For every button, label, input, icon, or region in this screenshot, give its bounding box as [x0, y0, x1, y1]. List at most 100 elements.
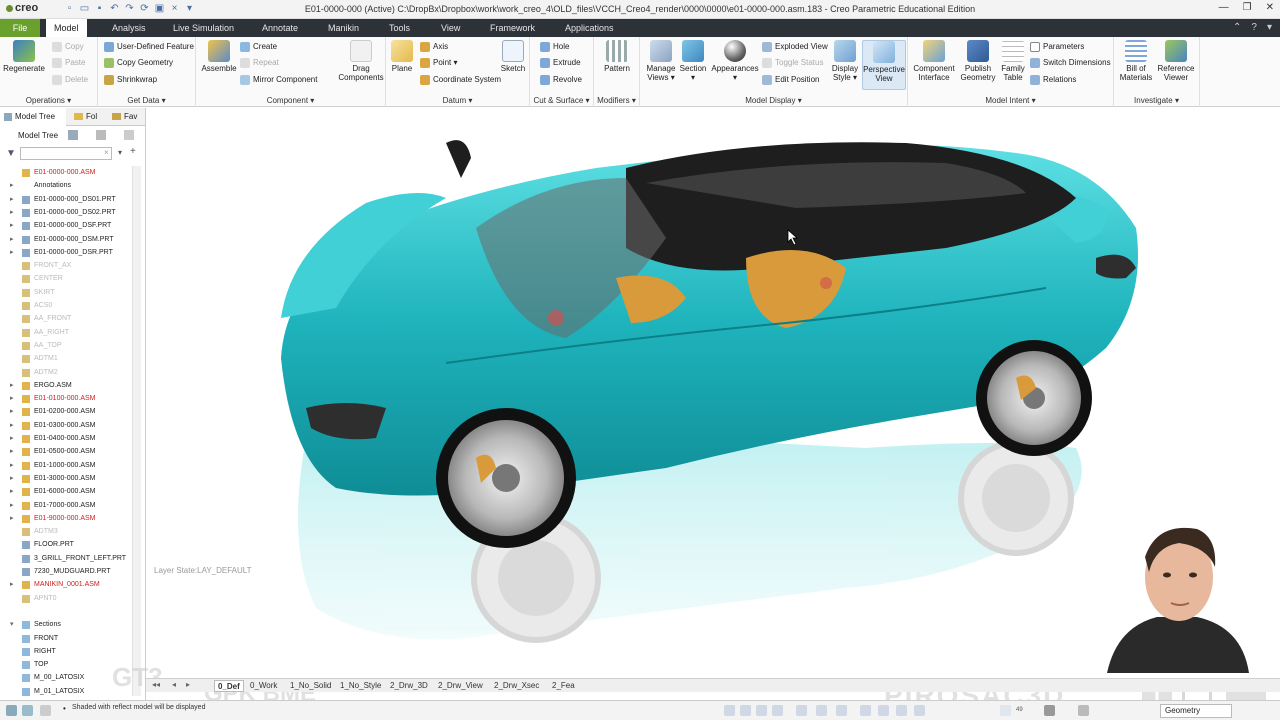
point-button[interactable]: Point ▾: [420, 57, 457, 69]
view-tabs-first-icon[interactable]: ◂◂: [152, 680, 160, 689]
publish-geometry-button[interactable]: Publish Geometry: [958, 40, 998, 82]
toggle-status-button[interactable]: Toggle Status: [762, 57, 823, 69]
tab-folder-browser[interactable]: Fol: [70, 108, 104, 126]
saved-orientations-icon[interactable]: [816, 705, 827, 716]
group-label-operations[interactable]: Operations ▾: [0, 96, 97, 105]
expand-icon[interactable]: ▸: [10, 392, 14, 405]
axis-button[interactable]: Axis: [420, 41, 448, 53]
tab-view[interactable]: View: [433, 19, 468, 37]
reference-viewer-button[interactable]: Reference Viewer: [1154, 40, 1198, 82]
tab-annotate[interactable]: Annotate: [254, 19, 306, 37]
ribbon-options-icon[interactable]: ▾: [1267, 22, 1272, 33]
tab-favorites[interactable]: Fav: [108, 108, 144, 126]
group-label-model-display[interactable]: Model Display ▾: [640, 96, 907, 105]
create-button[interactable]: Create: [240, 41, 277, 53]
user-defined-feature-button[interactable]: User-Defined Feature: [104, 41, 194, 53]
close-icon[interactable]: ✕: [1266, 2, 1274, 13]
datum-display-icon[interactable]: [878, 705, 889, 716]
toggle-browser-icon[interactable]: [22, 705, 33, 716]
paste-button[interactable]: Paste: [52, 57, 85, 69]
group-label-cut-surface[interactable]: Cut & Surface ▾: [530, 96, 593, 105]
expand-icon[interactable]: ▸: [10, 193, 14, 206]
tab-live-simulation[interactable]: Live Simulation: [165, 19, 242, 37]
search-dropdown-icon[interactable]: ▾: [118, 148, 122, 157]
view-tabs-prev-icon[interactable]: ◂: [172, 680, 176, 689]
view-tab-2-drw-xsec[interactable]: 2_Drw_Xsec: [494, 680, 539, 692]
tree-columns-icon[interactable]: [68, 130, 78, 140]
maximize-icon[interactable]: ❐: [1243, 2, 1252, 13]
expand-icon[interactable]: ▸: [10, 233, 14, 246]
selection-filter-dropdown[interactable]: Geometry: [1160, 704, 1232, 718]
group-label-get-data[interactable]: Get Data ▾: [98, 96, 195, 105]
collapse-icon[interactable]: ▾: [10, 618, 14, 631]
drag-components-button[interactable]: Drag Components: [338, 40, 384, 82]
expand-icon[interactable]: ▸: [10, 485, 14, 498]
tab-file[interactable]: File: [0, 19, 40, 37]
tree-search-input[interactable]: [20, 147, 112, 160]
group-label-component[interactable]: Component ▾: [196, 96, 385, 105]
add-item-icon[interactable]: +: [130, 146, 136, 157]
sketch-button[interactable]: Sketch: [498, 40, 528, 73]
component-interface-button[interactable]: Component Interface: [912, 40, 956, 82]
section-button[interactable]: Section ▾: [678, 40, 708, 82]
zoom-out-icon[interactable]: [756, 705, 767, 716]
tree-filter-icon[interactable]: [124, 130, 134, 140]
expand-icon[interactable]: ▸: [10, 206, 14, 219]
tab-manikin[interactable]: Manikin: [320, 19, 367, 37]
group-label-investigate[interactable]: Investigate ▾: [1114, 96, 1199, 105]
spin-center-icon[interactable]: [896, 705, 907, 716]
model-tree-scrollbar[interactable]: [132, 166, 141, 696]
hole-button[interactable]: Hole: [540, 41, 569, 53]
repaint-icon[interactable]: [772, 705, 783, 716]
group-label-datum[interactable]: Datum ▾: [386, 96, 529, 105]
expand-icon[interactable]: ▸: [10, 432, 14, 445]
view-tab-1-no-solid[interactable]: 1_No_Solid: [290, 680, 331, 692]
relations-button[interactable]: Relations: [1030, 74, 1076, 86]
view-tab-0-def[interactable]: 0_Def: [214, 680, 244, 692]
full-screen-icon[interactable]: [40, 705, 51, 716]
plane-button[interactable]: Plane: [388, 40, 416, 73]
view-tab-2-drw-view[interactable]: 2_Drw_View: [438, 680, 483, 692]
perspective-small-icon[interactable]: [860, 705, 871, 716]
expand-icon[interactable]: ▸: [10, 405, 14, 418]
shrinkwrap-button[interactable]: Shrinkwrap: [104, 74, 157, 86]
group-label-modifiers[interactable]: Modifiers ▾: [594, 96, 639, 105]
copy-geometry-button[interactable]: Copy Geometry: [104, 57, 173, 69]
display-style-button[interactable]: Display Style ▾: [830, 40, 860, 82]
assemble-button[interactable]: Assemble: [200, 40, 238, 73]
revolve-button[interactable]: Revolve: [540, 74, 582, 86]
expand-icon[interactable]: ▸: [10, 246, 14, 259]
expand-icon[interactable]: ▸: [10, 179, 14, 192]
expand-icon[interactable]: ▸: [10, 578, 14, 591]
help-icon[interactable]: ?: [1251, 22, 1257, 33]
zoom-in-icon[interactable]: [740, 705, 751, 716]
delete-button[interactable]: Delete: [52, 74, 88, 86]
group-label-model-intent[interactable]: Model Intent ▾: [908, 96, 1113, 105]
view-manager-icon[interactable]: [836, 705, 847, 716]
expand-icon[interactable]: ▸: [10, 512, 14, 525]
display-style-small-icon[interactable]: [796, 705, 807, 716]
coordinate-system-button[interactable]: Coordinate System: [420, 74, 501, 86]
selection-status-icon[interactable]: [1000, 705, 1011, 716]
view-tab-2-drw-3d[interactable]: 2_Drw_3D: [390, 680, 428, 692]
exploded-view-button[interactable]: Exploded View: [762, 41, 828, 53]
selection-mode-icon[interactable]: [1044, 705, 1055, 716]
repeat-button[interactable]: Repeat: [240, 57, 279, 69]
family-table-button[interactable]: Family Table: [998, 40, 1028, 82]
extrude-button[interactable]: Extrude: [540, 57, 581, 69]
expand-icon[interactable]: ▸: [10, 419, 14, 432]
annotation-display-icon[interactable]: [914, 705, 925, 716]
bill-of-materials-button[interactable]: Bill of Materials: [1118, 40, 1154, 82]
expand-icon[interactable]: ▸: [10, 459, 14, 472]
view-tab-0-work[interactable]: 0_Work: [250, 680, 277, 692]
appearances-button[interactable]: Appearances ▾: [710, 40, 760, 82]
clear-search-icon[interactable]: ×: [104, 148, 109, 157]
manage-views-button[interactable]: Manage Views ▾: [644, 40, 678, 82]
expand-icon[interactable]: ▸: [10, 219, 14, 232]
view-tab-2-fea[interactable]: 2_Fea: [552, 680, 575, 692]
tree-settings-icon[interactable]: [96, 130, 106, 140]
pattern-button[interactable]: Pattern: [600, 40, 634, 73]
view-tab-1-no-style[interactable]: 1_No_Style: [340, 680, 381, 692]
parameters-button[interactable]: Parameters: [1030, 41, 1084, 53]
regenerate-button[interactable]: Regenerate: [3, 40, 45, 73]
